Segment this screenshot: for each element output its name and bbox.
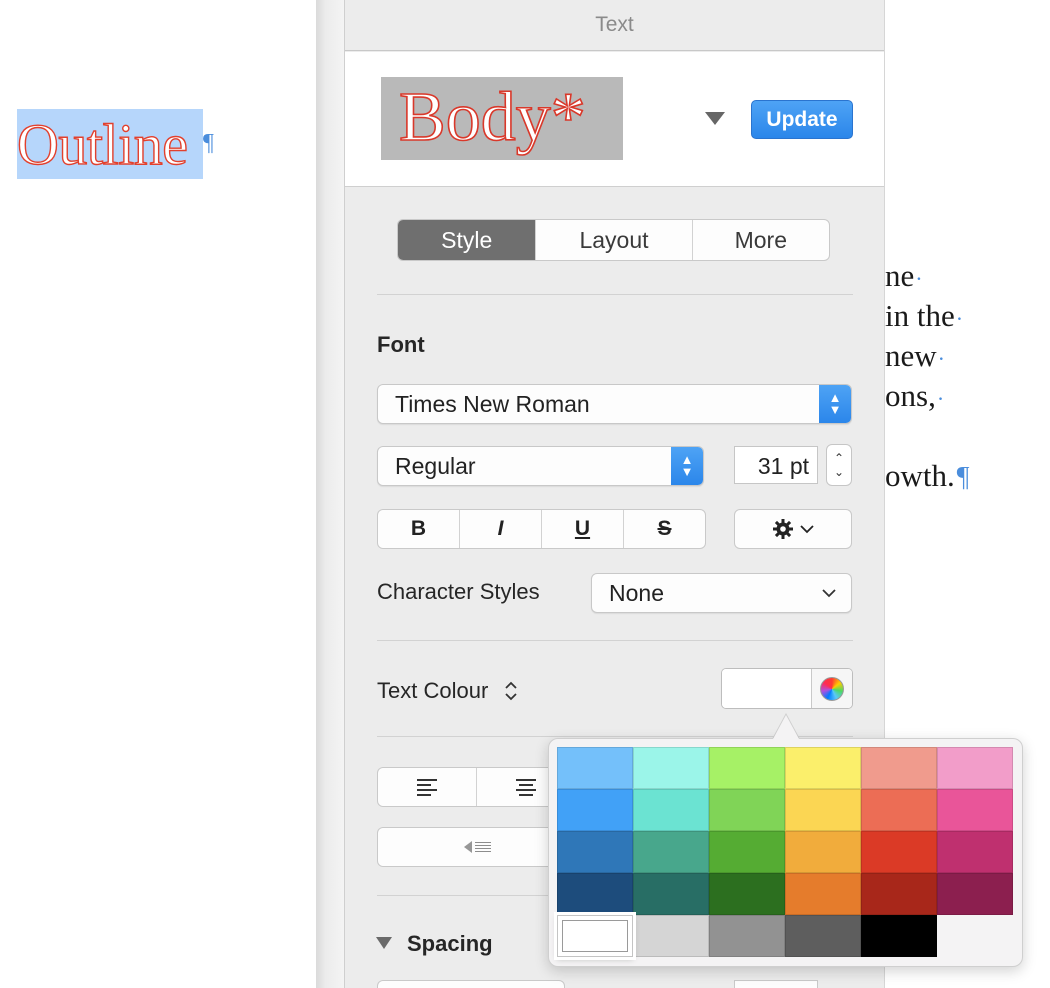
up-down-chevron-icon: ▲ ▼ [671,447,703,485]
colour-swatch[interactable] [633,873,709,915]
colour-swatch[interactable] [633,747,709,789]
font-family-value: Times New Roman [395,390,590,417]
character-styles-value: None [609,579,664,606]
typeface-popup[interactable]: Regular ▲ ▼ [377,446,704,486]
colour-swatch[interactable] [861,915,937,957]
body-text-line: in the· [885,298,964,333]
colour-swatch[interactable] [785,747,861,789]
gear-icon [773,519,793,539]
colour-palette-grid [557,747,1013,957]
alignment-buttons [377,767,577,807]
inspector-title: Text [595,13,634,36]
paragraph-style-preview[interactable]: Body* [381,77,623,160]
colour-wheel-icon [820,676,844,701]
colour-swatch[interactable] [557,789,633,831]
body-text-line: new· [885,338,945,373]
text-colour-label[interactable]: Text Colour [377,678,518,704]
update-style-button[interactable]: Update [751,100,853,139]
colour-swatch[interactable] [709,831,785,873]
selected-outline-word[interactable]: Outline [16,110,188,180]
align-left-icon [417,778,437,796]
current-colour-swatch[interactable] [722,669,812,708]
paragraph-style-name: Body* [398,78,586,157]
popover-arrow-fill [773,715,799,739]
page-shadow [316,0,344,988]
colour-swatch[interactable] [785,873,861,915]
body-text-line: ons,· [885,378,945,413]
inspector-header: Text [345,0,884,51]
colour-swatch[interactable] [557,747,633,789]
colour-swatch[interactable] [861,873,937,915]
body-text-line: ne· [885,258,923,293]
outdent-lines-icon [474,842,491,852]
colour-swatch[interactable] [633,915,709,957]
font-size-stepper[interactable]: ⌃ ⌄ [826,444,852,486]
disclosure-triangle-icon[interactable] [376,937,392,949]
colour-swatch[interactable] [937,873,1013,915]
align-left-button[interactable] [378,768,477,806]
italic-button[interactable]: I [460,510,542,548]
typeface-value: Regular [395,452,476,479]
spacing-value-field[interactable] [734,980,818,988]
colour-swatch[interactable] [709,747,785,789]
chevron-down-icon [822,589,836,598]
triangle-down-icon[interactable] [705,112,725,125]
strikethrough-button[interactable]: S [624,510,705,548]
palette-empty-slot [937,915,1013,957]
colour-swatch[interactable] [937,831,1013,873]
font-family-popup[interactable]: Times New Roman ▲ ▼ [377,384,852,424]
decrease-indent-button[interactable] [463,841,491,853]
colour-swatch[interactable] [709,789,785,831]
colour-swatch[interactable] [709,873,785,915]
colour-swatch[interactable] [861,747,937,789]
body-text-line: owth.¶ [885,458,970,493]
paragraph-mark: ¶ [203,130,214,156]
colour-swatch[interactable] [785,915,861,957]
spacing-popup[interactable] [377,980,565,988]
tab-more[interactable]: More [693,220,829,260]
colour-swatch-selected[interactable] [557,915,633,957]
divider [377,294,853,295]
colour-swatch[interactable] [557,831,633,873]
inspector-tabs: Style Layout More [397,219,830,261]
tab-layout[interactable]: Layout [536,220,693,260]
advanced-options-button[interactable] [734,509,852,549]
character-styles-popup[interactable]: None [591,573,852,613]
colour-swatch[interactable] [861,789,937,831]
chevron-down-icon [800,525,814,534]
font-section-label: Font [377,332,425,357]
document-page-left[interactable]: Outline ¶ [0,0,318,988]
indent-buttons [377,827,577,867]
font-size-field[interactable]: 31 pt [734,446,818,484]
spacing-section-label[interactable]: Spacing [407,931,493,957]
colour-swatch[interactable] [785,831,861,873]
colour-swatch[interactable] [785,789,861,831]
align-center-icon [516,778,536,796]
up-down-chevron-icon [505,681,518,701]
colour-swatch[interactable] [861,831,937,873]
underline-button[interactable]: U [542,510,624,548]
outdent-icon [463,841,472,853]
text-format-buttons: B I U S [377,509,706,549]
divider [377,640,853,641]
colour-palette-popover [548,738,1023,967]
colour-swatch[interactable] [937,789,1013,831]
bold-button[interactable]: B [378,510,460,548]
colour-swatch[interactable] [937,747,1013,789]
character-styles-label: Character Styles [377,579,540,604]
up-down-chevron-icon: ▲ ▼ [819,385,851,423]
colour-swatch[interactable] [557,873,633,915]
tab-style[interactable]: Style [398,220,537,260]
colour-swatch[interactable] [709,915,785,957]
text-colour-well[interactable] [721,668,853,709]
colour-swatch[interactable] [633,831,709,873]
colour-wheel-button[interactable] [812,669,852,708]
colour-swatch[interactable] [633,789,709,831]
